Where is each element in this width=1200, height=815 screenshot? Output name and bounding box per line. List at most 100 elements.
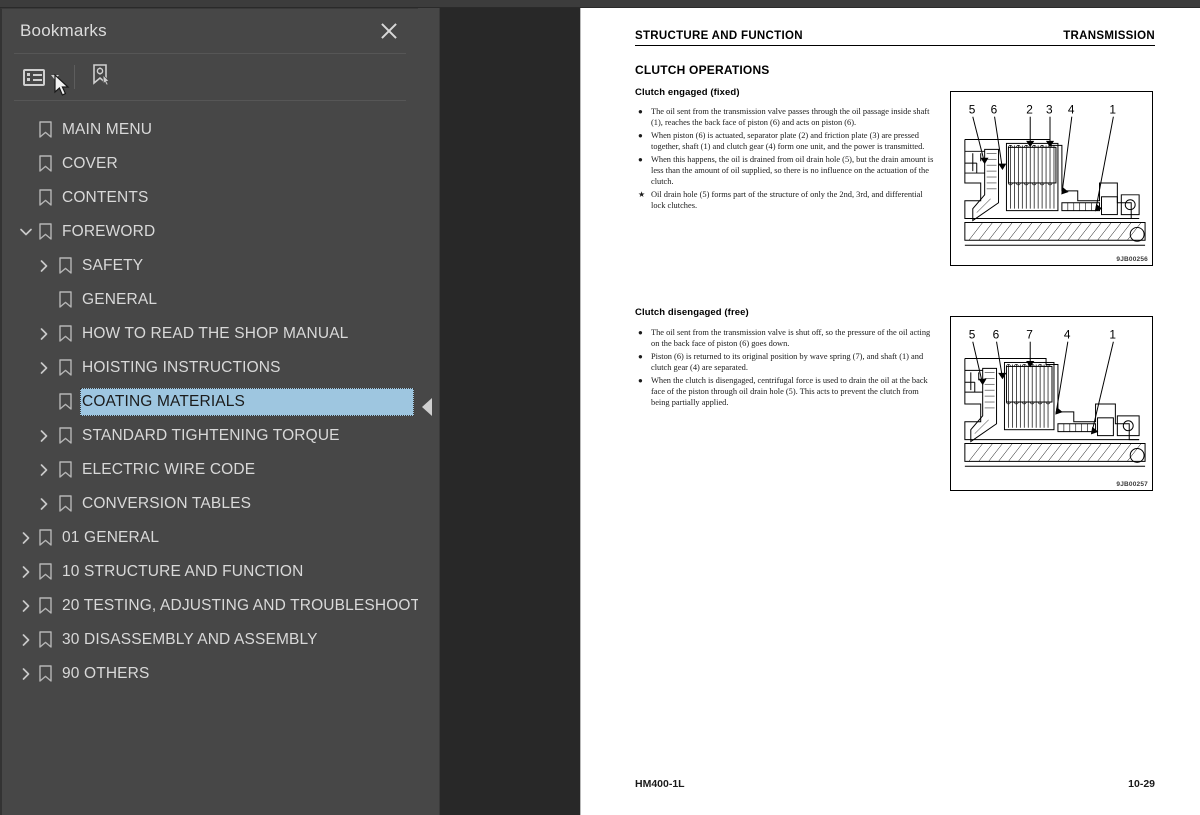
chevron-right-icon[interactable] <box>36 496 52 512</box>
new-bookmark-icon <box>90 63 112 92</box>
bullet-marker-icon: ● <box>638 107 643 116</box>
figure2-code: 9JB00257 <box>1116 481 1148 488</box>
bookmark-item-label: CONVERSION TABLES <box>82 495 252 512</box>
bookmark-item-label: ELECTRIC WIRE CODE <box>82 461 256 478</box>
bookmark-icon <box>58 257 73 275</box>
bookmark-item[interactable]: MAIN MENU <box>2 113 420 147</box>
bookmark-icon <box>58 393 73 411</box>
bookmark-icon <box>58 291 73 309</box>
bullet-item: ● Piston (6) is returned to its original … <box>635 352 935 373</box>
bookmark-item[interactable]: CONTENTS <box>2 181 420 215</box>
chevron-down-icon[interactable] <box>18 224 34 240</box>
bookmark-item[interactable]: STANDARD TIGHTENING TORQUE <box>2 419 420 453</box>
bookmark-item-label: HOISTING INSTRUCTIONS <box>82 359 281 376</box>
bookmark-item-label: GENERAL <box>82 291 158 308</box>
header-left-text: STRUCTURE AND FUNCTION <box>635 30 803 42</box>
list-options-icon <box>23 68 45 86</box>
bookmark-item[interactable]: COVER <box>2 147 420 181</box>
chevron-right-icon[interactable] <box>18 632 34 648</box>
bookmark-item-label: MAIN MENU <box>62 121 153 138</box>
bullet-marker-icon: ● <box>638 131 643 141</box>
bullet-text: Piston (6) is returned to its original p… <box>651 352 924 372</box>
figure1-callout-6: 6 <box>991 103 998 117</box>
bookmark-item[interactable]: 10 STRUCTURE AND FUNCTION <box>2 555 420 589</box>
bookmark-icon <box>38 223 53 241</box>
bookmark-icon <box>58 427 73 445</box>
bullet-list-engaged: ● The oil sent from the transmission valv… <box>635 107 935 214</box>
close-icon[interactable] <box>378 20 400 42</box>
figure2-callout-5: 5 <box>969 328 976 342</box>
bullet-marker-icon: ★ <box>638 190 646 200</box>
bookmarks-panel: Bookmarks MAIN MENU COVER CONTENTS FOREW… <box>0 8 420 815</box>
bullet-item: ★ Oil drain hole (5) forms part of the st… <box>635 190 935 211</box>
bookmark-icon <box>58 495 73 513</box>
bullet-text: When the clutch is disengaged, centrifug… <box>651 376 928 407</box>
bullet-marker-icon: ● <box>638 376 643 386</box>
figure2-callout-4: 4 <box>1064 328 1071 342</box>
figure-clutch-engaged: 5 6 2 3 4 1 9JB00256 <box>950 91 1153 266</box>
figure1-callout-2: 2 <box>1026 103 1033 117</box>
bookmark-item[interactable]: GENERAL <box>2 283 420 317</box>
bookmark-icon <box>38 189 53 207</box>
bookmark-item[interactable]: HOW TO READ THE SHOP MANUAL <box>2 317 420 351</box>
section-title: CLUTCH OPERATIONS <box>635 63 770 77</box>
chevron-right-icon[interactable] <box>18 564 34 580</box>
chevron-right-icon[interactable] <box>18 598 34 614</box>
bookmark-item[interactable]: 01 GENERAL <box>2 521 420 555</box>
bookmark-icon <box>38 563 53 581</box>
bookmark-item[interactable]: FOREWORD <box>2 215 420 249</box>
bookmark-item-label: FOREWORD <box>62 223 156 240</box>
bookmark-item-label: 01 GENERAL <box>62 529 160 546</box>
figure1-callout-1: 1 <box>1109 103 1116 117</box>
chevron-right-icon[interactable] <box>18 530 34 546</box>
new-bookmark-button[interactable] <box>87 60 115 95</box>
bookmark-item[interactable]: COATING MATERIALS <box>2 385 420 419</box>
footer-model-number: HM400-1L <box>635 778 685 790</box>
figure-clutch-disengaged: 5 6 7 4 1 9JB00257 <box>950 316 1153 491</box>
bullet-item: ● The oil sent from the transmission valv… <box>635 328 935 349</box>
bookmark-icon <box>58 359 73 377</box>
document-footer: HM400-1L 10-29 <box>635 778 1155 790</box>
application-window: Bookmarks MAIN MENU COVER CONTENTS FOREW… <box>0 0 1200 815</box>
figure1-code: 9JB00256 <box>1116 256 1148 263</box>
bookmark-icon <box>38 665 53 683</box>
bookmark-icon <box>58 461 73 479</box>
bookmark-item[interactable]: SAFETY <box>2 249 420 283</box>
bookmark-item[interactable]: CONVERSION TABLES <box>2 487 420 521</box>
bookmark-item-label: 20 TESTING, ADJUSTING AND TROUBLESHOOTIN <box>62 597 420 614</box>
bookmark-item[interactable]: 20 TESTING, ADJUSTING AND TROUBLESHOOTIN <box>2 589 420 623</box>
mouse-cursor <box>54 73 72 98</box>
bookmark-icon <box>38 121 53 139</box>
header-right-text: TRANSMISSION <box>1063 30 1155 42</box>
chevron-right-icon[interactable] <box>18 666 34 682</box>
subsection-title-engaged: Clutch engaged (fixed) <box>635 87 740 98</box>
bullet-marker-icon: ● <box>638 155 643 165</box>
bullet-text: The oil sent from the transmission valve… <box>651 107 930 127</box>
toolbar-separator <box>74 65 75 89</box>
document-page[interactable]: STRUCTURE AND FUNCTION TRANSMISSION CLUT… <box>580 8 1200 815</box>
bookmark-item[interactable]: ELECTRIC WIRE CODE <box>2 453 420 487</box>
bookmark-item-label: CONTENTS <box>62 189 149 206</box>
window-top-strip <box>0 0 1200 8</box>
chevron-right-icon[interactable] <box>36 326 52 342</box>
bookmark-item[interactable]: 90 OTHERS <box>2 657 420 691</box>
figure2-callout-6: 6 <box>993 328 1000 342</box>
chevron-right-icon[interactable] <box>36 360 52 376</box>
bookmark-item[interactable]: HOISTING INSTRUCTIONS <box>2 351 420 385</box>
subsection-title-disengaged: Clutch disengaged (free) <box>635 307 749 318</box>
bookmark-icon <box>58 325 73 343</box>
bookmark-item-label: 10 STRUCTURE AND FUNCTION <box>62 563 304 580</box>
collapse-panel-arrow-icon[interactable] <box>422 398 432 416</box>
toolbar-divider <box>14 100 406 101</box>
bookmark-item-label: HOW TO READ THE SHOP MANUAL <box>82 325 349 342</box>
chevron-right-icon[interactable] <box>36 428 52 444</box>
chevron-right-icon[interactable] <box>36 258 52 274</box>
bullet-text: The oil sent from the transmission valve… <box>651 328 931 348</box>
bookmark-item[interactable]: 30 DISASSEMBLY AND ASSEMBLY <box>2 623 420 657</box>
bullet-item: ● When this happens, the oil is drained f… <box>635 155 935 187</box>
bullet-text: When this happens, the oil is drained fr… <box>651 155 934 186</box>
bookmark-item-label: COVER <box>62 155 118 172</box>
chevron-right-icon[interactable] <box>36 462 52 478</box>
bookmark-icon <box>38 155 53 173</box>
bookmarks-panel-header: Bookmarks <box>2 9 418 53</box>
